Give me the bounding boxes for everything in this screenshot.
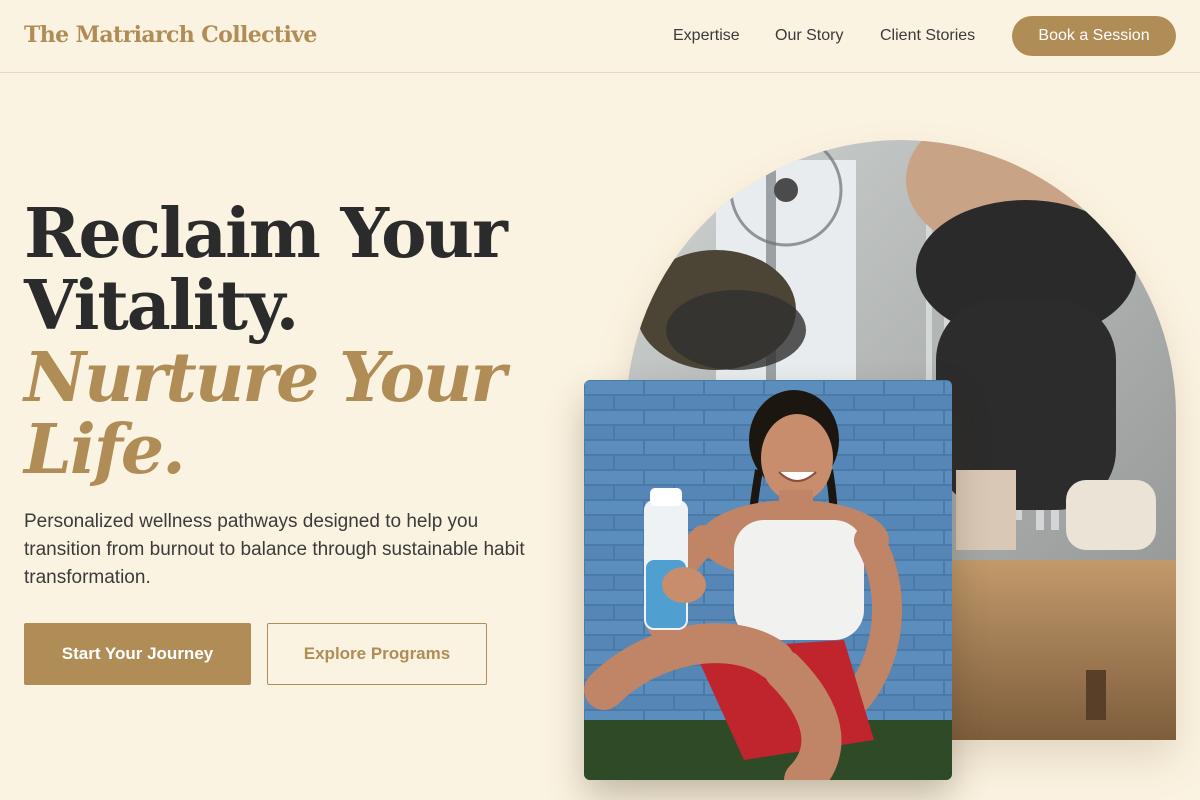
headline-accent-line-2: Life. bbox=[24, 410, 186, 490]
headline-line-1: Reclaim Your bbox=[24, 194, 508, 274]
headline-line-2: Vitality. bbox=[24, 266, 299, 346]
start-journey-button[interactable]: Start Your Journey bbox=[24, 623, 251, 685]
brand-logo[interactable]: The Matriarch Collective bbox=[24, 22, 317, 48]
hero-headline: Reclaim Your Vitality. Nurture Your Life… bbox=[24, 194, 508, 490]
nav-link-our-story[interactable]: Our Story bbox=[775, 27, 843, 45]
book-session-button[interactable]: Book a Session bbox=[1012, 16, 1176, 56]
smiling-woman-photo-illustration bbox=[584, 380, 952, 780]
card-hero-image bbox=[584, 380, 952, 780]
explore-programs-button[interactable]: Explore Programs bbox=[267, 623, 487, 685]
nav-link-expertise[interactable]: Expertise bbox=[673, 27, 740, 45]
site-header: The Matriarch Collective Expertise Our S… bbox=[0, 0, 1200, 73]
headline-accent-line-1: Nurture Your bbox=[24, 338, 506, 418]
nav-link-client-stories[interactable]: Client Stories bbox=[880, 27, 975, 45]
hero-description: Personalized wellness pathways designed … bbox=[24, 511, 525, 588]
